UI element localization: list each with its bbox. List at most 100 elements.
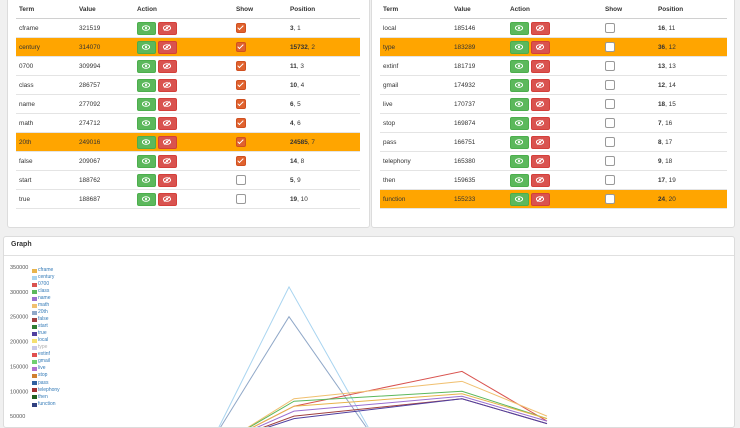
position-index: , 4 xyxy=(297,81,305,89)
show-term-button[interactable] xyxy=(137,154,156,168)
hide-term-button[interactable] xyxy=(531,21,550,35)
show-term-button[interactable] xyxy=(510,97,529,111)
show-checkbox[interactable] xyxy=(605,137,615,147)
show-term-button[interactable] xyxy=(137,97,156,111)
hide-term-button[interactable] xyxy=(531,97,550,111)
show-checkbox[interactable] xyxy=(605,23,615,33)
show-term-button[interactable] xyxy=(137,59,156,73)
show-term-button[interactable] xyxy=(510,173,529,187)
show-term-button[interactable] xyxy=(510,59,529,73)
show-term-button[interactable] xyxy=(510,21,529,35)
hide-term-button[interactable] xyxy=(158,116,177,130)
y-tick-label: 50000 xyxy=(10,414,25,420)
show-checkbox[interactable] xyxy=(236,156,246,166)
show-term-button[interactable] xyxy=(510,154,529,168)
legend-swatch xyxy=(32,360,37,365)
value-cell: 209067 xyxy=(76,151,134,171)
show-checkbox[interactable] xyxy=(605,194,615,204)
header-show[interactable]: Show xyxy=(233,1,287,19)
show-term-button[interactable] xyxy=(137,116,156,130)
show-term-button[interactable] xyxy=(510,135,529,149)
hide-term-button[interactable] xyxy=(158,97,177,111)
show-checkbox[interactable] xyxy=(236,42,246,52)
hide-term-button[interactable] xyxy=(158,59,177,73)
hide-term-button[interactable] xyxy=(531,59,550,73)
show-cell xyxy=(602,18,655,38)
legend-swatch xyxy=(32,325,37,330)
header-position[interactable]: Position xyxy=(287,1,360,19)
show-cell xyxy=(602,151,655,171)
hide-term-button[interactable] xyxy=(158,154,177,168)
hide-term-button[interactable] xyxy=(158,192,177,206)
hide-term-button[interactable] xyxy=(531,173,550,187)
show-checkbox[interactable] xyxy=(236,175,246,185)
legend-swatch xyxy=(32,395,37,400)
value-cell: 188762 xyxy=(76,170,134,190)
show-term-button[interactable] xyxy=(137,192,156,206)
position-cell: 18, 15 xyxy=(655,94,727,114)
show-checkbox[interactable] xyxy=(605,42,615,52)
show-term-button[interactable] xyxy=(510,40,529,54)
hide-term-button[interactable] xyxy=(531,154,550,168)
show-checkbox[interactable] xyxy=(605,175,615,185)
terms-panel-right: Term Value Action Show Position local 185… xyxy=(371,0,735,228)
legend-label: gmail xyxy=(38,358,50,365)
term-cell: true xyxy=(16,189,76,209)
show-checkbox[interactable] xyxy=(236,80,246,90)
hide-term-button[interactable] xyxy=(531,40,550,54)
header-term[interactable]: Term xyxy=(380,1,451,19)
header-position[interactable]: Position xyxy=(655,1,727,19)
legend-item[interactable]: function xyxy=(32,401,60,409)
show-cell xyxy=(602,37,655,57)
hide-term-button[interactable] xyxy=(158,78,177,92)
hide-term-button[interactable] xyxy=(531,135,550,149)
show-checkbox[interactable] xyxy=(605,99,615,109)
show-term-button[interactable] xyxy=(137,173,156,187)
term-cell: 0700 xyxy=(16,56,76,76)
position-index: , 19 xyxy=(665,176,676,184)
table-row: false 209067 14, 8 xyxy=(16,151,360,171)
show-checkbox[interactable] xyxy=(605,156,615,166)
show-checkbox[interactable] xyxy=(236,194,246,204)
show-checkbox[interactable] xyxy=(236,23,246,33)
header-value[interactable]: Value xyxy=(451,1,507,19)
value-cell: 249016 xyxy=(76,132,134,152)
action-cell xyxy=(507,189,602,209)
y-tick-label: 300000 xyxy=(10,290,28,296)
show-term-button[interactable] xyxy=(137,78,156,92)
hide-term-button[interactable] xyxy=(158,21,177,35)
terms-panel-left: Term Value Action Show Position cframe 32… xyxy=(7,0,370,228)
hide-term-button[interactable] xyxy=(158,40,177,54)
header-show[interactable]: Show xyxy=(602,1,655,19)
show-term-button[interactable] xyxy=(510,116,529,130)
hide-term-button[interactable] xyxy=(158,173,177,187)
show-checkbox[interactable] xyxy=(236,137,246,147)
position-index: , 8 xyxy=(297,157,305,165)
header-value[interactable]: Value xyxy=(76,1,134,19)
table-row: extinf 181719 13, 13 xyxy=(380,56,727,76)
show-checkbox[interactable] xyxy=(236,118,246,128)
hide-term-button[interactable] xyxy=(158,135,177,149)
legend-swatch xyxy=(32,367,37,372)
show-checkbox[interactable] xyxy=(605,61,615,71)
term-cell: false xyxy=(16,151,76,171)
header-term[interactable]: Term xyxy=(16,1,76,19)
hide-term-button[interactable] xyxy=(531,78,550,92)
position-index: , 1 xyxy=(293,24,301,32)
show-checkbox[interactable] xyxy=(605,80,615,90)
show-term-button[interactable] xyxy=(137,21,156,35)
show-checkbox[interactable] xyxy=(605,118,615,128)
show-term-button[interactable] xyxy=(510,78,529,92)
hide-term-button[interactable] xyxy=(531,192,550,206)
legend-swatch xyxy=(32,282,37,287)
position-index: , 10 xyxy=(297,195,308,203)
table-row: local 185146 16, 11 xyxy=(380,18,727,38)
show-checkbox[interactable] xyxy=(236,61,246,71)
show-term-button[interactable] xyxy=(137,135,156,149)
show-checkbox[interactable] xyxy=(236,99,246,109)
term-cell: telephony xyxy=(380,151,451,171)
show-term-button[interactable] xyxy=(137,40,156,54)
position-cell: 3, 1 xyxy=(287,18,360,38)
show-term-button[interactable] xyxy=(510,192,529,206)
hide-term-button[interactable] xyxy=(531,116,550,130)
